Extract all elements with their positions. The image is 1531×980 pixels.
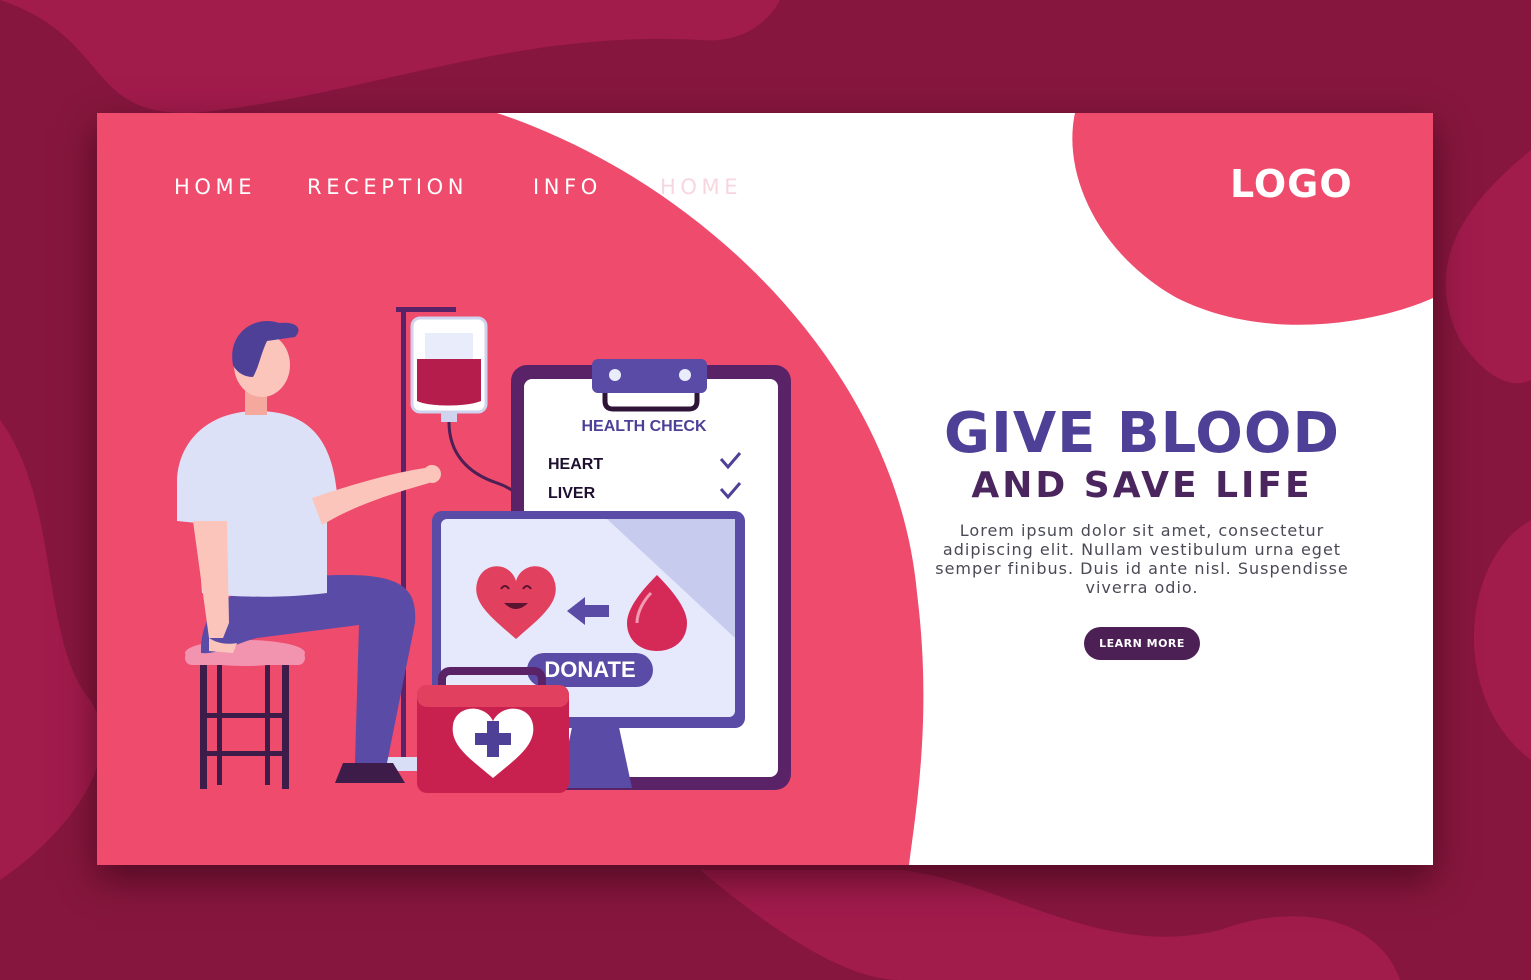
learn-more-button[interactable]: LEARN MORE — [1084, 627, 1200, 660]
landing-page-frame: HOME RECEPTION INFO HOME LOGO HEALTH CHE… — [97, 113, 1433, 865]
hero-section: GIVE BLOOD AND SAVE LIFE Lorem ipsum dol… — [877, 403, 1407, 660]
hero-body-text: Lorem ipsum dolor sit amet, consectetur … — [935, 521, 1349, 597]
logo[interactable]: LOGO — [1230, 162, 1353, 206]
health-check-title: HEALTH CHECK — [581, 418, 706, 435]
nav-item-home-active[interactable]: HOME — [660, 175, 742, 199]
blood-donation-illustration: HEALTH CHECK HEART LIVER DONATE — [177, 307, 791, 793]
hero-subtitle: AND SAVE LIFE — [971, 465, 1313, 506]
nav-item-home[interactable]: HOME — [174, 175, 256, 199]
donate-label: DONATE — [544, 657, 635, 682]
checklist-item-liver: LIVER — [548, 485, 596, 502]
nav-item-reception[interactable]: RECEPTION — [307, 175, 468, 199]
nav-item-info[interactable]: INFO — [533, 175, 602, 199]
stool — [185, 640, 305, 789]
medical-kit-icon — [417, 667, 569, 793]
hero-title: GIVE BLOOD — [944, 401, 1340, 466]
checklist-item-heart: HEART — [548, 456, 603, 473]
